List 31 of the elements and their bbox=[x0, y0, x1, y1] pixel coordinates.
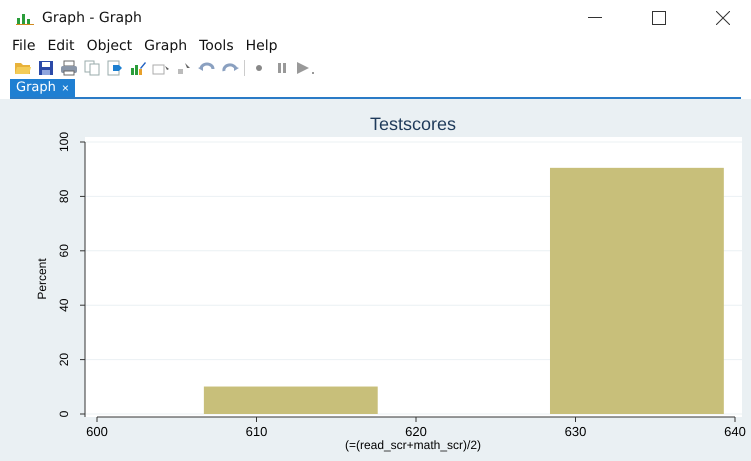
x-tick-label: 600 bbox=[86, 424, 108, 439]
menu-item[interactable]: Help bbox=[240, 37, 284, 55]
menu-item[interactable]: Object bbox=[80, 37, 138, 55]
x-tick-label: 640 bbox=[724, 424, 746, 439]
tab-close-button[interactable]: × bbox=[62, 80, 69, 95]
y-axis-label: Percent bbox=[35, 258, 49, 300]
menu-item[interactable]: Tools bbox=[193, 37, 240, 55]
bar-chart-icon bbox=[16, 11, 34, 25]
y-tick-label: 80 bbox=[57, 190, 71, 204]
graph-tab[interactable]: Graph × bbox=[10, 78, 75, 97]
y-tick-label: 40 bbox=[57, 298, 71, 312]
minimize-icon bbox=[588, 17, 602, 19]
x-tick-label: 610 bbox=[246, 424, 268, 439]
menu-item[interactable]: Graph bbox=[138, 37, 194, 55]
disk-icon[interactable] bbox=[37, 58, 55, 77]
chart-title: Testscores bbox=[370, 114, 456, 134]
x-tick-label: 620 bbox=[405, 424, 427, 439]
y-tick-label: 0 bbox=[57, 410, 71, 418]
y-tick-label: 100 bbox=[57, 132, 71, 152]
menu-item[interactable]: Edit bbox=[41, 37, 81, 55]
y-tick-label: 20 bbox=[57, 352, 71, 366]
copy-icon[interactable] bbox=[83, 58, 101, 77]
window-title: Graph - Graph bbox=[42, 10, 143, 26]
x-tick-label: 630 bbox=[564, 424, 586, 439]
y-tick-label: 60 bbox=[57, 244, 71, 258]
maximize-icon bbox=[652, 11, 666, 25]
x-axis-label: (=(read_scr+math_scr)/2) bbox=[344, 438, 482, 452]
printer-icon[interactable] bbox=[60, 58, 78, 77]
close-icon bbox=[716, 11, 730, 25]
menu-item[interactable]: File bbox=[6, 37, 42, 55]
paste-icon[interactable] bbox=[106, 58, 124, 77]
